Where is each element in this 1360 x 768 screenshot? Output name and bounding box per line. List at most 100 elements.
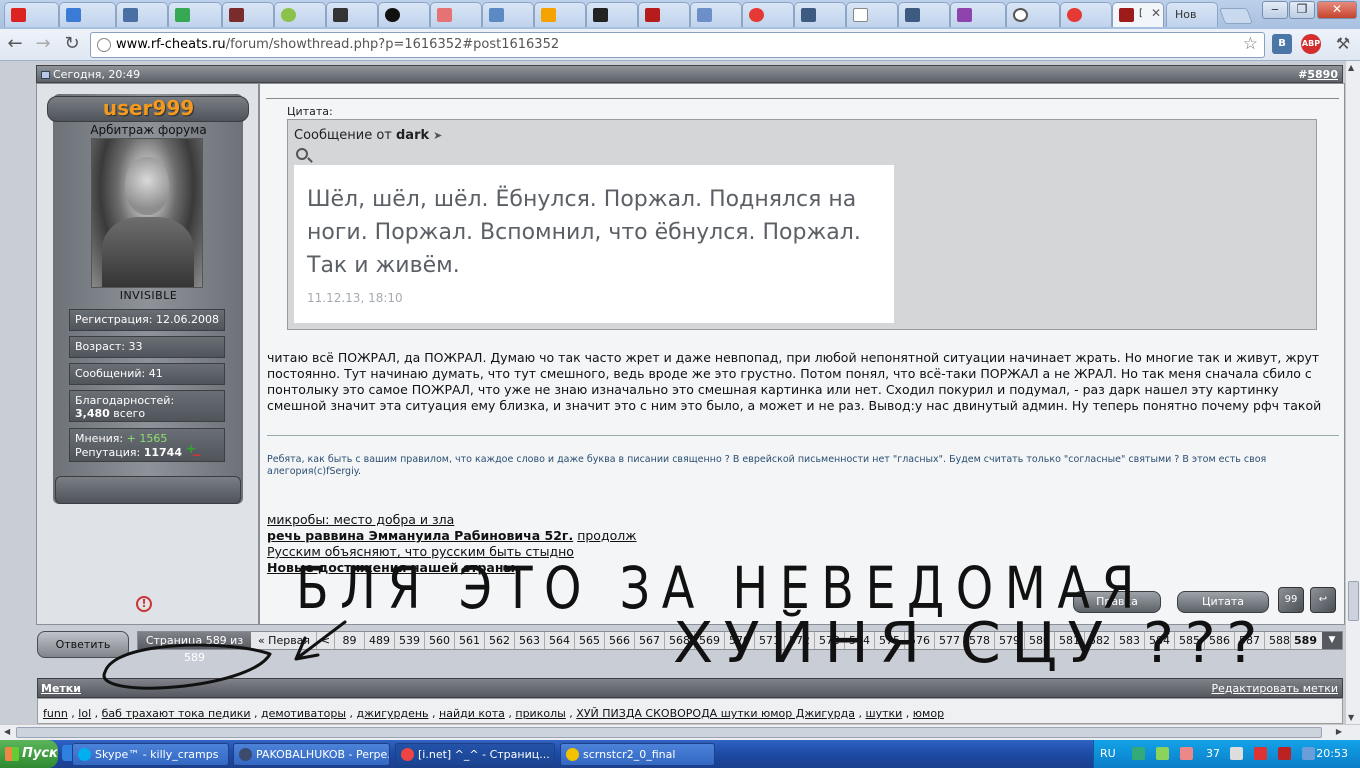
- page-link[interactable]: 566: [604, 632, 634, 649]
- page-link[interactable]: 575: [874, 632, 904, 649]
- vertical-scrollbar[interactable]: ▲ ▼: [1345, 61, 1360, 724]
- tab-20[interactable]: [1006, 2, 1060, 27]
- tab-9[interactable]: [430, 2, 482, 27]
- page-link[interactable]: 587: [1234, 632, 1264, 649]
- bookmark-star-icon[interactable]: ☆: [1243, 34, 1258, 54]
- tags-title[interactable]: Метки: [41, 682, 81, 695]
- forward-icon[interactable]: →: [32, 34, 54, 56]
- tab-7[interactable]: [326, 2, 378, 27]
- tab-10[interactable]: [482, 2, 534, 27]
- tag-link[interactable]: lol: [78, 707, 91, 720]
- multiquote-icon[interactable]: 99: [1278, 587, 1304, 613]
- tab-14[interactable]: [690, 2, 742, 27]
- horizontal-scrollbar[interactable]: ◀ ▶: [0, 724, 1360, 740]
- quick-reply-icon[interactable]: ↩: [1310, 587, 1336, 613]
- page-link[interactable]: 539: [394, 632, 424, 649]
- close-window-button[interactable]: ✕: [1317, 1, 1357, 19]
- new-tab-button[interactable]: [1219, 8, 1253, 24]
- tab-4[interactable]: [168, 2, 222, 27]
- tray-icon[interactable]: [1278, 747, 1291, 760]
- scroll-right-icon[interactable]: ▶: [1336, 727, 1342, 736]
- page-first[interactable]: « Первая: [252, 632, 316, 649]
- quoted-image[interactable]: Шёл, шёл, шёл. Ёбнулся. Поржал. Поднялся…: [294, 165, 894, 323]
- page-prev[interactable]: <: [316, 632, 334, 649]
- tray-icon[interactable]: [1180, 747, 1193, 760]
- wrench-icon[interactable]: ⚒: [1332, 34, 1354, 56]
- sig-link-2[interactable]: речь раввина Эммануила Рабиновича 52г.: [267, 528, 573, 543]
- page-link[interactable]: 565: [574, 632, 604, 649]
- tab-youtube[interactable]: [4, 2, 59, 27]
- page-link[interactable]: 561: [454, 632, 484, 649]
- page-link[interactable]: 582: [1084, 632, 1114, 649]
- page-link[interactable]: 580: [1024, 632, 1054, 649]
- page-link[interactable]: 560: [424, 632, 454, 649]
- tab-15[interactable]: [742, 2, 794, 27]
- reputation-icon[interactable]: [186, 443, 202, 462]
- vk-extension-icon[interactable]: В: [1272, 34, 1292, 54]
- page-link[interactable]: 584: [1144, 632, 1174, 649]
- tab-active[interactable]: [ ✕: [1112, 2, 1164, 27]
- scroll-up-icon[interactable]: ▲: [1348, 63, 1354, 72]
- tab-3[interactable]: [116, 2, 168, 27]
- tab-18[interactable]: [898, 2, 950, 27]
- tab-8[interactable]: [378, 2, 430, 27]
- page-link[interactable]: 581: [1054, 632, 1084, 649]
- tag-link[interactable]: funn: [43, 707, 68, 720]
- username[interactable]: user999: [37, 96, 260, 120]
- tab-13[interactable]: [638, 2, 690, 27]
- magnifier-icon[interactable]: [296, 148, 308, 160]
- tab-close-icon[interactable]: ✕: [1151, 6, 1161, 20]
- tray-icon[interactable]: [1156, 747, 1169, 760]
- task-folder[interactable]: scrnstcr2_0_final: [560, 743, 715, 766]
- tag-link[interactable]: юмор: [913, 707, 944, 720]
- post-number[interactable]: #5890: [1298, 68, 1338, 81]
- vertical-scroll-thumb[interactable]: [1348, 581, 1359, 621]
- edit-tags-link[interactable]: Редактировать метки: [1211, 682, 1338, 695]
- tag-link[interactable]: найди кота: [439, 707, 505, 720]
- tab-5[interactable]: [222, 2, 274, 27]
- tag-link[interactable]: баб трахают тока педики: [102, 707, 251, 720]
- page-link[interactable]: 562: [484, 632, 514, 649]
- page-link[interactable]: 489: [364, 632, 394, 649]
- page-link[interactable]: 571: [754, 632, 784, 649]
- horizontal-scroll-thumb[interactable]: [16, 727, 1322, 738]
- tag-link[interactable]: джигурдень: [357, 707, 429, 720]
- tab-new-page[interactable]: Нов: [1166, 2, 1218, 27]
- maximize-button[interactable]: ❐: [1289, 1, 1315, 19]
- page-link[interactable]: 577: [934, 632, 964, 649]
- edit-button[interactable]: Правка: [1073, 591, 1161, 613]
- page-link[interactable]: 563: [514, 632, 544, 649]
- scroll-left-icon[interactable]: ◀: [4, 727, 10, 736]
- scroll-down-icon[interactable]: ▼: [1348, 713, 1354, 722]
- start-button[interactable]: Пуск: [0, 740, 58, 768]
- page-link[interactable]: 573: [814, 632, 844, 649]
- page-link[interactable]: 570: [724, 632, 754, 649]
- tab-19[interactable]: [950, 2, 1006, 27]
- view-post-arrow-icon[interactable]: ➤: [433, 129, 442, 142]
- task-player[interactable]: PAKOBALHUKOB - Perpe...: [233, 743, 390, 766]
- page-jump-dropdown-icon[interactable]: ▼: [1322, 632, 1342, 649]
- page-link[interactable]: 574: [844, 632, 874, 649]
- language-indicator[interactable]: RU: [1100, 747, 1116, 760]
- tab-12[interactable]: [586, 2, 638, 27]
- tab-2[interactable]: [59, 2, 116, 27]
- sig-link-3[interactable]: Русским объясняют, что русским быть стыд…: [267, 544, 574, 559]
- tray-icon[interactable]: [1132, 747, 1145, 760]
- page-link[interactable]: 585: [1174, 632, 1204, 649]
- sig-link-4[interactable]: Новые достижения нашей страны: [267, 560, 515, 575]
- page-link[interactable]: 89: [334, 632, 364, 649]
- report-icon[interactable]: !: [136, 596, 152, 612]
- tab-21[interactable]: [1060, 2, 1112, 27]
- task-skype[interactable]: Skype™ - killy_cramps: [72, 743, 229, 766]
- tag-link[interactable]: приколы: [515, 707, 565, 720]
- tag-link[interactable]: ХУЙ ПИЗДА СКОВОРОДА шутки юмор Джигурда: [576, 707, 855, 720]
- page-link[interactable]: 572: [784, 632, 814, 649]
- tab-16[interactable]: [794, 2, 846, 27]
- reply-button[interactable]: Ответить: [37, 631, 129, 658]
- tray-icon[interactable]: [1254, 747, 1267, 760]
- page-link[interactable]: 569: [694, 632, 724, 649]
- tray-icon[interactable]: [1302, 747, 1315, 760]
- tab-11[interactable]: [534, 2, 586, 27]
- sig-link-2-more[interactable]: продолж: [577, 528, 636, 543]
- page-link[interactable]: 579: [994, 632, 1024, 649]
